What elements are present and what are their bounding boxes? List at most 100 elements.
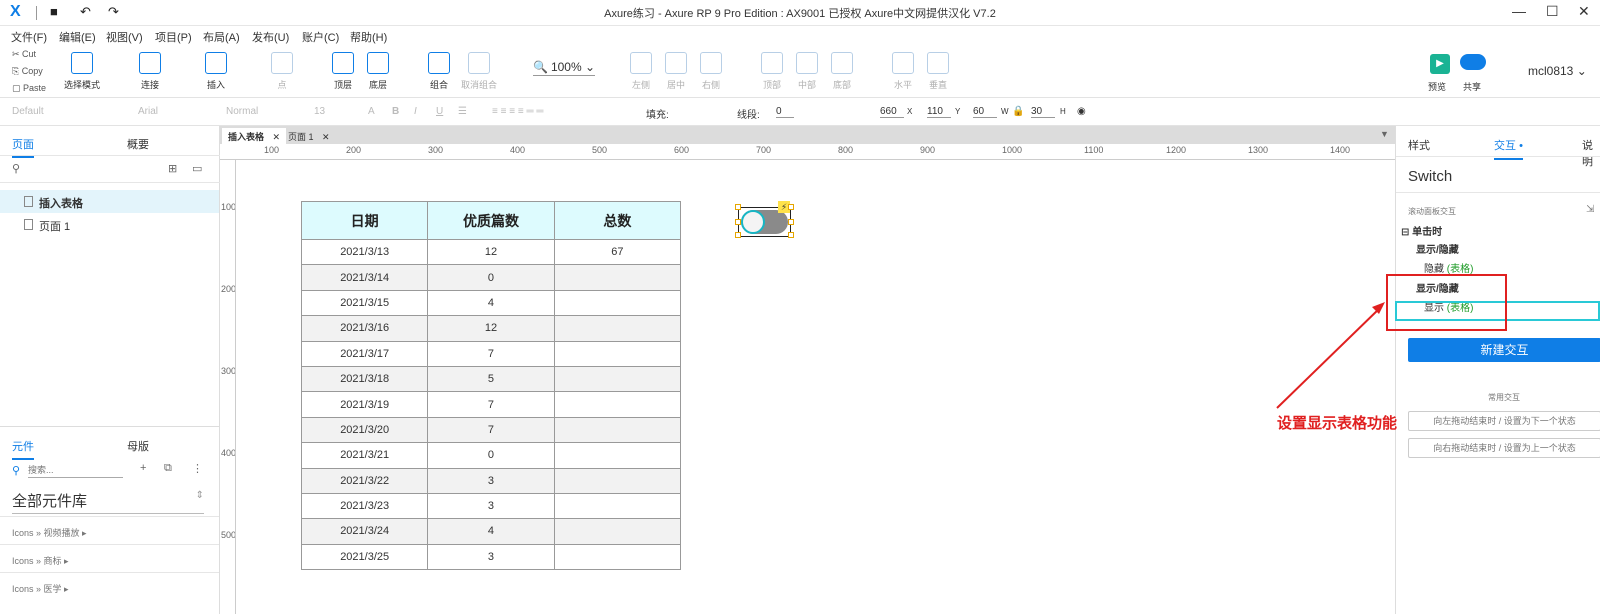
point-button[interactable]: 点: [256, 52, 308, 91]
close-tab-icon[interactable]: ✕: [273, 132, 281, 142]
design-canvas[interactable]: 日期 优质篇数 总数 2021/3/13 12 67 2021/3/14 0 2021/3…: [236, 160, 1395, 614]
minimize-icon[interactable]: —: [1512, 3, 1526, 19]
new-interaction-button[interactable]: 新建交互: [1408, 338, 1600, 362]
add-folder-icon[interactable]: ▭: [192, 162, 202, 175]
distribute-horizontal-icon: [892, 52, 914, 74]
weight-select[interactable]: Normal: [226, 106, 302, 117]
user-account[interactable]: mcl0813 ⌄: [1528, 64, 1587, 78]
bottom-layer-icon: [367, 52, 389, 74]
event-label: 单击时: [1412, 227, 1443, 238]
resize-handle[interactable]: [735, 204, 741, 210]
menu-project[interactable]: 项目(P): [155, 29, 192, 45]
library-copy-icon[interactable]: ⧉: [164, 462, 172, 475]
doc-tab[interactable]: 页面 1 ✕: [282, 128, 336, 144]
library-select[interactable]: 全部元件库 ⇕: [12, 490, 204, 514]
menu-file[interactable]: 文件(F): [11, 29, 47, 45]
w-field[interactable]: 60: [973, 106, 997, 118]
action-label[interactable]: 显示/隐藏: [1416, 241, 1459, 256]
y-field[interactable]: 110: [927, 106, 951, 118]
menu-layout[interactable]: 布局(A): [203, 29, 240, 45]
tab-masters[interactable]: 母版: [127, 438, 149, 454]
font-select[interactable]: Arial: [138, 106, 214, 117]
close-tab-icon[interactable]: ✕: [322, 132, 330, 142]
tab-pages[interactable]: 页面: [12, 136, 34, 158]
bottom-layer-button[interactable]: 底层: [352, 52, 404, 91]
visibility-eye-icon[interactable]: ◉: [1077, 106, 1086, 117]
distribute-vertical-icon: [927, 52, 949, 74]
expand-icon[interactable]: ⇲: [1586, 204, 1594, 215]
tab-style[interactable]: 样式: [1408, 137, 1430, 153]
table-cell: 2021/3/18: [300, 365, 429, 393]
table-cell: 3: [427, 543, 555, 571]
menu-publish[interactable]: 发布(U): [252, 29, 289, 45]
menu-help[interactable]: 帮助(H): [350, 29, 387, 45]
name-divider: [1396, 192, 1600, 193]
resize-handle[interactable]: [735, 232, 741, 238]
select-mode-button[interactable]: 选择模式: [56, 52, 108, 91]
font-color-icon[interactable]: A: [368, 106, 375, 117]
style-select[interactable]: Default: [12, 106, 124, 117]
x-field[interactable]: 660: [880, 106, 904, 118]
zoom-select[interactable]: 🔍 100% ⌄: [533, 60, 596, 76]
switch-widget[interactable]: ⚡: [735, 201, 794, 238]
more-icon[interactable]: ⋮: [192, 462, 203, 475]
tab-outline[interactable]: 概要: [127, 136, 149, 152]
resize-handle[interactable]: [788, 204, 794, 210]
align-text-icon[interactable]: ≡ ≡ ≡ ≡ ═ ═: [492, 106, 543, 117]
switch-knob[interactable]: [741, 210, 765, 234]
insert-button[interactable]: 插入: [190, 52, 242, 91]
add-page-icon[interactable]: ⊞: [168, 162, 177, 175]
search-icon[interactable]: ⚲: [12, 162, 20, 175]
tab-notes[interactable]: 说明: [1582, 137, 1600, 169]
widget-search-input[interactable]: [28, 462, 123, 478]
library-row[interactable]: Icons » 医学 ▸: [0, 572, 219, 600]
paste-button[interactable]: ▢ Paste: [12, 83, 46, 94]
page-icon: [24, 219, 33, 230]
common-interaction-button[interactable]: 向右拖动结束时 / 设置为上一个状态: [1408, 438, 1600, 458]
add-library-icon[interactable]: +: [140, 462, 146, 474]
doc-tab-label: 页面 1: [288, 132, 314, 142]
connect-button[interactable]: 连接: [124, 52, 176, 91]
bold-icon[interactable]: B: [392, 106, 399, 117]
line-width-field[interactable]: 0: [776, 106, 794, 118]
resize-handle[interactable]: [735, 219, 741, 225]
event-row[interactable]: ⊟ 单击时: [1401, 223, 1442, 238]
list-icon[interactable]: ☰: [458, 106, 467, 117]
share-label: 共享: [1463, 82, 1482, 92]
align-bottom-button[interactable]: 底部: [816, 52, 868, 91]
distribute-vertical-button[interactable]: 垂直: [912, 52, 964, 91]
close-icon[interactable]: ✕: [1578, 3, 1590, 20]
share-cloud-icon[interactable]: [1460, 54, 1486, 70]
menu-account[interactable]: 账户(C): [302, 29, 339, 45]
title-bar: X ■ ↶ ↷ Axure练习 - Axure RP 9 Pro Edition…: [0, 0, 1600, 26]
doc-tab-active[interactable]: 插入表格 ✕: [222, 128, 287, 144]
table-header-cell: 优质篇数: [427, 201, 555, 240]
resize-handle[interactable]: [788, 232, 794, 238]
preview-icon[interactable]: ▶: [1430, 54, 1450, 74]
document-tabs: 插入表格 ✕ 页面 1 ✕ ▼: [220, 126, 1395, 144]
library-row[interactable]: Icons » 商标 ▸: [0, 544, 219, 572]
menu-view[interactable]: 视图(V): [106, 29, 143, 45]
h-field[interactable]: 30: [1031, 106, 1055, 118]
font-size-select[interactable]: 13: [314, 106, 350, 117]
connect-label: 连接: [140, 80, 159, 90]
align-right-button[interactable]: 右侧: [685, 52, 737, 91]
page-item[interactable]: 插入表格: [0, 190, 219, 213]
menu-edit[interactable]: 编辑(E): [59, 29, 96, 45]
ungroup-button[interactable]: 取消组合: [453, 52, 505, 91]
component-name[interactable]: Switch: [1408, 168, 1452, 185]
tabs-dropdown-icon[interactable]: ▼: [1380, 129, 1389, 139]
cut-button[interactable]: ✂ Cut: [12, 49, 36, 60]
common-interaction-button[interactable]: 向左拖动结束时 / 设置为下一个状态: [1408, 411, 1600, 431]
resize-handle[interactable]: [788, 219, 794, 225]
library-row[interactable]: Icons » 视频播放 ▸: [0, 516, 219, 544]
action-detail[interactable]: 隐藏 (表格): [1424, 260, 1473, 275]
underline-icon[interactable]: U: [436, 106, 443, 117]
maximize-icon[interactable]: ☐: [1546, 3, 1559, 20]
copy-button[interactable]: ⎘ Copy: [12, 66, 43, 77]
lock-icon[interactable]: 🔒: [1012, 106, 1024, 117]
data-table-widget[interactable]: 日期 优质篇数 总数 2021/3/13 12 67 2021/3/14 0 2021/3…: [300, 201, 682, 571]
tab-widgets[interactable]: 元件: [12, 438, 34, 460]
italic-icon[interactable]: I: [414, 106, 417, 117]
page-item[interactable]: 页面 1: [0, 213, 219, 236]
